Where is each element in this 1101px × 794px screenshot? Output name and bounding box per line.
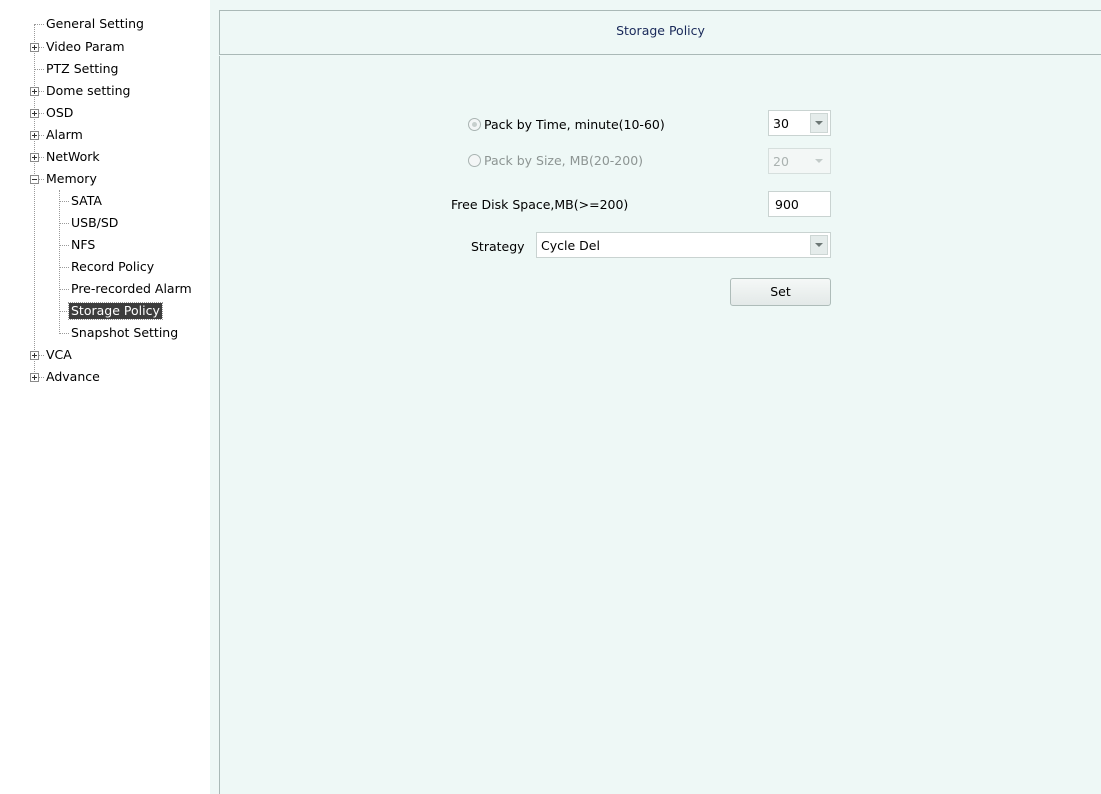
- tree-item-snapshot-setting[interactable]: Snapshot Setting: [69, 322, 180, 344]
- tree-item-label: Video Param: [46, 39, 125, 54]
- tree-item-label: General Setting: [46, 16, 144, 31]
- tree-item-network[interactable]: NetWork: [44, 146, 102, 168]
- tree-item-video-param[interactable]: Video Param: [44, 36, 127, 58]
- tree-item-label: VCA: [46, 347, 72, 362]
- page-title: Storage Policy: [616, 23, 705, 38]
- pack-by-size-label: Pack by Size, MB(20-200): [484, 153, 644, 168]
- expand-plus-icon[interactable]: [30, 131, 39, 140]
- tree-item-memory[interactable]: Memory: [44, 168, 99, 190]
- tree-item-sata[interactable]: SATA: [69, 190, 104, 212]
- tree-item-nfs[interactable]: NFS: [69, 234, 97, 256]
- expand-plus-icon[interactable]: [30, 351, 39, 360]
- tree-item-label: Record Policy: [71, 259, 155, 274]
- tree-item-label: Advance: [46, 369, 100, 384]
- strategy-select[interactable]: Cycle Del: [536, 232, 831, 258]
- expand-plus-icon[interactable]: [30, 153, 39, 162]
- tree-item-record-policy[interactable]: Record Policy: [69, 256, 156, 278]
- tree-item-alarm[interactable]: Alarm: [44, 124, 85, 146]
- settings-tree: General Setting Video Param PTZ Setting …: [0, 0, 210, 794]
- tree-item-label: NFS: [71, 237, 96, 252]
- page-header: Storage Policy: [219, 10, 1101, 55]
- expand-plus-icon[interactable]: [30, 43, 39, 52]
- tree-item-dome-setting[interactable]: Dome setting: [44, 80, 132, 102]
- collapse-minus-icon[interactable]: [30, 175, 39, 184]
- tree-item-label: SATA: [71, 193, 102, 208]
- set-button[interactable]: Set: [730, 278, 831, 306]
- tree-item-vca[interactable]: VCA: [44, 344, 74, 366]
- strategy-label: Strategy: [471, 239, 525, 254]
- tree-item-label: Alarm: [46, 127, 83, 142]
- tree-item-label: OSD: [46, 105, 74, 120]
- tree-item-storage-policy[interactable]: Storage Policy: [68, 300, 163, 322]
- tree-item-label: NetWork: [46, 149, 100, 164]
- tree-item-label: Pre-recorded Alarm: [71, 281, 192, 296]
- tree-item-label: Storage Policy: [68, 302, 163, 320]
- tree-item-general-setting[interactable]: General Setting: [44, 13, 146, 35]
- dropdown-arrow-icon[interactable]: [810, 113, 828, 133]
- free-disk-space-label: Free Disk Space,MB(>=200): [451, 197, 629, 212]
- expand-plus-icon[interactable]: [30, 109, 39, 118]
- storage-policy-form: Pack by Time, minute(10-60) 30 Pack by S…: [219, 56, 1101, 794]
- tree-item-label: Snapshot Setting: [71, 325, 179, 340]
- pack-by-time-value: 30: [773, 116, 789, 131]
- tree-item-label: PTZ Setting: [46, 61, 119, 76]
- tree-item-label: Dome setting: [46, 83, 131, 98]
- pack-by-time-radio[interactable]: [468, 118, 481, 131]
- tree-item-ptz-setting[interactable]: PTZ Setting: [44, 58, 120, 80]
- pack-by-size-select[interactable]: 20: [768, 148, 831, 174]
- pack-by-time-label: Pack by Time, minute(10-60): [484, 117, 665, 132]
- free-disk-space-input[interactable]: 900: [768, 191, 831, 217]
- pack-by-size-value: 20: [773, 154, 789, 169]
- dropdown-arrow-icon[interactable]: [810, 151, 828, 171]
- dropdown-arrow-icon[interactable]: [810, 235, 828, 255]
- strategy-value: Cycle Del: [541, 238, 600, 253]
- tree-item-label: USB/SD: [71, 215, 119, 230]
- expand-plus-icon[interactable]: [30, 87, 39, 96]
- pack-by-time-select[interactable]: 30: [768, 110, 831, 136]
- tree-item-advance[interactable]: Advance: [44, 366, 102, 388]
- pack-by-size-radio[interactable]: [468, 154, 481, 167]
- expand-plus-icon[interactable]: [30, 373, 39, 382]
- tree-item-pre-recorded-alarm[interactable]: Pre-recorded Alarm: [69, 278, 194, 300]
- tree-item-usb-sd[interactable]: USB/SD: [69, 212, 120, 234]
- tree-item-label: Memory: [46, 171, 97, 186]
- tree-item-osd[interactable]: OSD: [44, 102, 75, 124]
